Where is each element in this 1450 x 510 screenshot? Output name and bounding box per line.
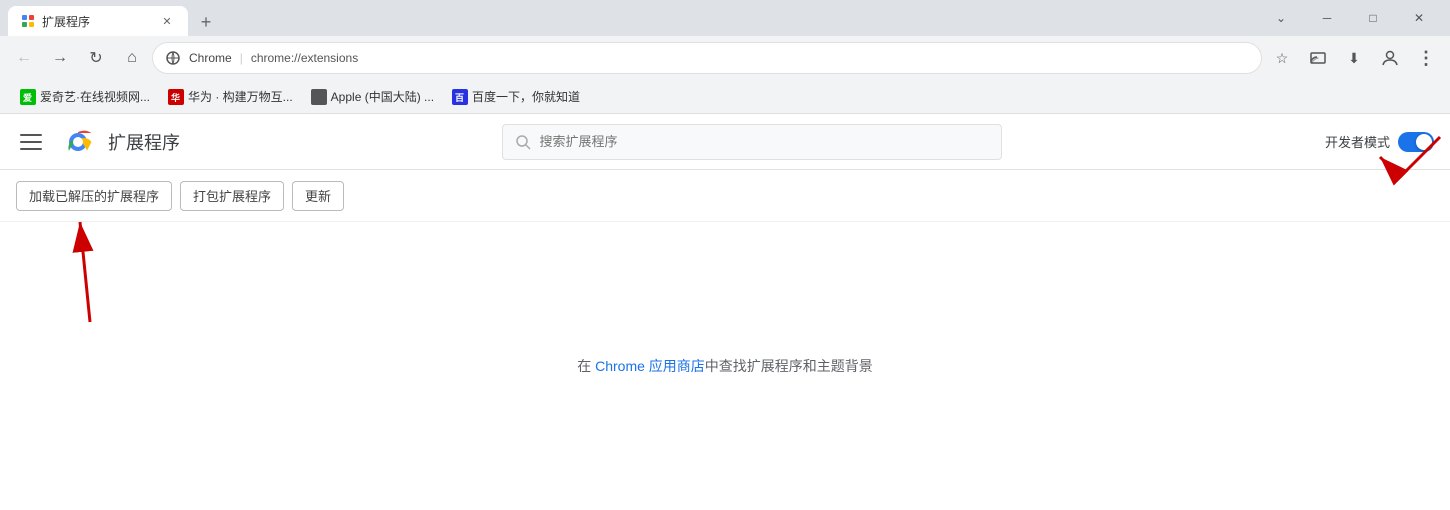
bookmark-huawei-icon: 华 xyxy=(168,89,184,105)
cast-button[interactable] xyxy=(1302,42,1334,74)
bookmark-baidu-icon: 百 xyxy=(452,89,468,105)
page-title: 扩展程序 xyxy=(108,129,180,155)
address-url: chrome://extensions xyxy=(251,51,358,65)
chrome-logo xyxy=(64,128,92,156)
dev-mode-label: 开发者模式 xyxy=(1325,132,1390,151)
browser-toolbar: ← → ↻ ⌂ Chrome | chrome://extensions ☆ xyxy=(0,36,1450,80)
bookmark-iqiyi-icon: 爱 xyxy=(20,89,36,105)
window-chevron[interactable]: ⌄ xyxy=(1258,0,1304,36)
empty-text-after: 中查找扩展程序和主题背景 xyxy=(705,358,873,374)
dev-mode-toggle[interactable] xyxy=(1398,132,1434,152)
load-unpacked-button[interactable]: 加载已解压的扩展程序 xyxy=(16,181,172,211)
sidebar-toggle[interactable] xyxy=(16,126,48,158)
bookmark-baidu[interactable]: 百 百度一下，你就知道 xyxy=(444,84,588,109)
minimize-button[interactable]: ─ xyxy=(1304,0,1350,36)
bookmark-huawei[interactable]: 华 华为 · 构建万物互... xyxy=(160,84,301,109)
title-bar: 扩展程序 ✕ + ⌄ ─ □ ✕ xyxy=(0,0,1450,36)
tab-close-button[interactable]: ✕ xyxy=(158,12,176,30)
search-box[interactable] xyxy=(502,124,1002,160)
bookmark-baidu-label: 百度一下，你就知道 xyxy=(472,88,580,105)
bookmark-huawei-label: 华为 · 构建万物互... xyxy=(188,88,293,105)
address-sep: | xyxy=(240,51,243,65)
svg-text:华: 华 xyxy=(171,92,180,103)
bookmark-apple-icon xyxy=(311,89,327,105)
tab-strip: 扩展程序 ✕ + xyxy=(8,0,1258,36)
download-button[interactable]: ⬇ xyxy=(1338,42,1370,74)
bookmark-apple[interactable]: Apple (中国大陆) ... xyxy=(303,84,442,109)
dev-mode-row: 开发者模式 xyxy=(1325,132,1434,152)
window-controls: ⌄ ─ □ ✕ xyxy=(1258,0,1442,36)
extensions-toolbar: 加载已解压的扩展程序 打包扩展程序 更新 xyxy=(0,170,1450,222)
tab-favicon xyxy=(20,13,36,29)
address-source: Chrome xyxy=(189,51,232,65)
close-button[interactable]: ✕ xyxy=(1396,0,1442,36)
toolbar-right: ☆ ⬇ ⋮ xyxy=(1266,42,1442,74)
empty-text-before: 在 xyxy=(577,358,595,374)
bookmark-button[interactable]: ☆ xyxy=(1266,42,1298,74)
menu-button[interactable]: ⋮ xyxy=(1410,42,1442,74)
refresh-button[interactable]: ↻ xyxy=(80,42,112,74)
svg-text:爱: 爱 xyxy=(23,92,32,103)
bookmark-iqiyi-label: 爱奇艺·在线视频网... xyxy=(40,88,150,105)
chrome-store-link[interactable]: Chrome 应用商店 xyxy=(595,358,705,374)
profile-button[interactable] xyxy=(1374,42,1406,74)
back-button[interactable]: ← xyxy=(8,42,40,74)
active-tab[interactable]: 扩展程序 ✕ xyxy=(8,6,188,36)
maximize-button[interactable]: □ xyxy=(1350,0,1396,36)
svg-text:百: 百 xyxy=(455,93,464,103)
search-input[interactable] xyxy=(539,134,989,149)
new-tab-button[interactable]: + xyxy=(192,8,220,36)
update-button[interactable]: 更新 xyxy=(292,181,344,211)
extensions-content: 在 Chrome 应用商店中查找扩展程序和主题背景 xyxy=(0,222,1450,510)
tab-title: 扩展程序 xyxy=(42,13,152,30)
bookmark-apple-label: Apple (中国大陆) ... xyxy=(331,88,434,105)
extensions-header: 扩展程序 开发者模式 xyxy=(0,114,1450,170)
forward-button[interactable]: → xyxy=(44,42,76,74)
browser-content: 扩展程序 开发者模式 加载已解压的扩展程序 打包扩展程序 更新 在 xyxy=(0,114,1450,510)
bookmark-iqiyi[interactable]: 爱 爱奇艺·在线视频网... xyxy=(12,84,158,109)
address-favicon xyxy=(165,50,181,66)
empty-state: 在 Chrome 应用商店中查找扩展程序和主题背景 xyxy=(577,356,873,376)
address-bar[interactable]: Chrome | chrome://extensions xyxy=(152,42,1262,74)
bookmarks-bar: 爱 爱奇艺·在线视频网... 华 华为 · 构建万物互... Apple (中国… xyxy=(0,80,1450,114)
home-button[interactable]: ⌂ xyxy=(116,42,148,74)
search-icon xyxy=(515,134,531,150)
extensions-page: 扩展程序 开发者模式 加载已解压的扩展程序 打包扩展程序 更新 在 xyxy=(0,114,1450,510)
pack-extension-button[interactable]: 打包扩展程序 xyxy=(180,181,284,211)
